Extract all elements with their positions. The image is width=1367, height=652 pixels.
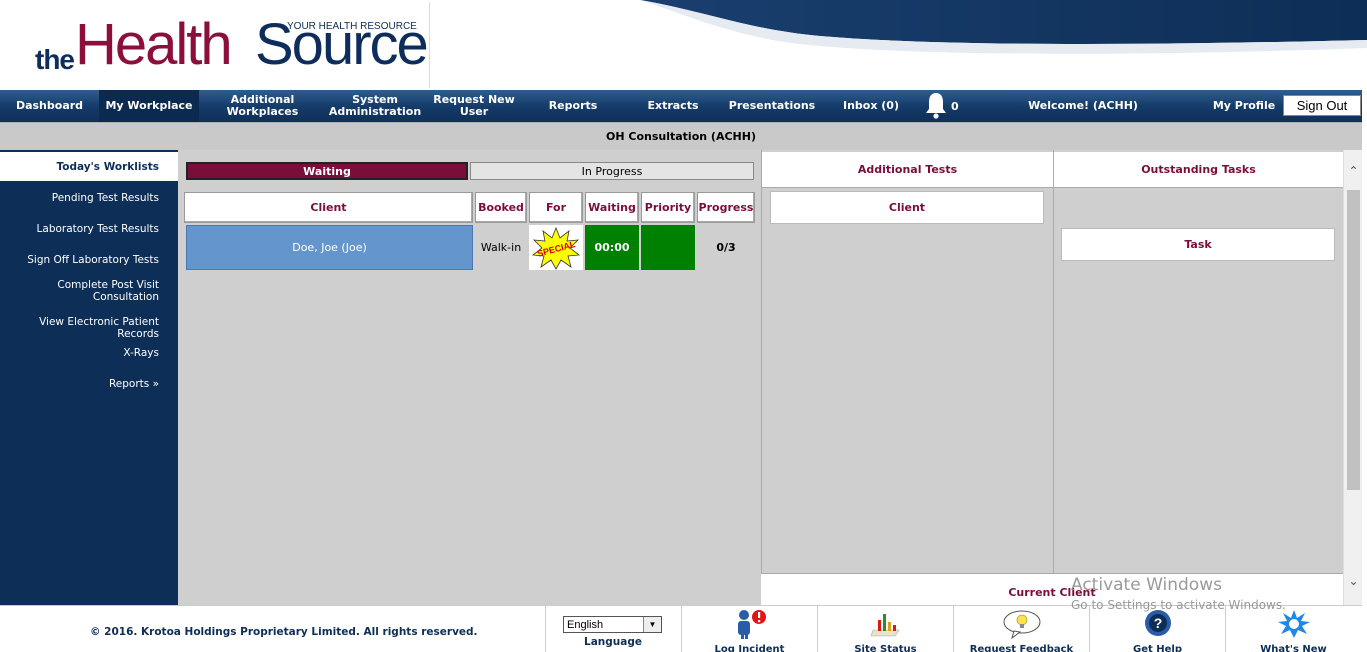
log-incident-label: Log Incident: [714, 644, 785, 652]
language-label: Language: [584, 636, 642, 648]
whats-new-label: What's New: [1260, 644, 1327, 652]
get-help-label: Get Help: [1133, 644, 1182, 652]
notification-count: 0: [951, 99, 959, 113]
tab-in-progress[interactable]: In Progress: [470, 162, 754, 180]
welcome-text: Welcome! (ACHH): [1028, 99, 1138, 112]
sign-out-button[interactable]: Sign Out: [1283, 95, 1361, 116]
row-priority: [641, 225, 695, 270]
nav-extracts[interactable]: Extracts: [638, 90, 708, 122]
top-nav: Dashboard My Workplace Additional Workpl…: [0, 90, 1362, 122]
svg-text:?: ?: [1153, 615, 1162, 631]
scroll-thumb[interactable]: [1347, 190, 1360, 490]
worklist-panel: Waiting In Progress Client Booked For Wa…: [178, 150, 761, 605]
sidebar-item-todays-worklists[interactable]: Today's Worklists: [0, 152, 178, 181]
footer: © 2016. Krotoa Holdings Proprietary Limi…: [0, 605, 1362, 652]
tab-waiting[interactable]: Waiting: [186, 162, 468, 180]
logo-health: Health: [75, 12, 233, 77]
outstanding-tasks-task-header[interactable]: Task: [1061, 228, 1335, 261]
scroll-up-icon[interactable]: ⌃: [1344, 162, 1363, 180]
nav-system-administration[interactable]: System Administration: [329, 90, 421, 122]
whats-new-button[interactable]: What's New: [1225, 606, 1361, 652]
row-progress: 0/3: [716, 241, 736, 254]
request-feedback-button[interactable]: Request Feedback: [953, 606, 1089, 652]
sidebar-item-sign-off-laboratory-tests[interactable]: Sign Off Laboratory Tests: [27, 254, 159, 266]
additional-tests-title: Additional Tests: [762, 152, 1053, 188]
log-incident-button[interactable]: Log Incident: [681, 606, 817, 652]
sidebar-item-reports[interactable]: Reports »: [109, 378, 159, 390]
page-title: OH Consultation (ACHH): [0, 122, 1362, 150]
scroll-down-icon[interactable]: ⌄: [1344, 572, 1363, 590]
additional-tests-client-header[interactable]: Client: [770, 191, 1044, 224]
request-feedback-icon: [1003, 610, 1040, 640]
sidebar-item-pending-test-results[interactable]: Pending Test Results: [52, 192, 159, 204]
column-header-for[interactable]: For: [529, 192, 583, 223]
bell-icon[interactable]: [922, 90, 950, 122]
get-help-icon: ?: [1144, 610, 1171, 636]
additional-tests-panel: Additional Tests Client: [761, 150, 1053, 573]
request-feedback-label: Request Feedback: [969, 644, 1074, 652]
scrollbar[interactable]: ⌃ ⌄: [1343, 150, 1362, 605]
current-client-heading: Current Client: [761, 573, 1343, 605]
sidebar-item-complete-post-visit-consultation[interactable]: Complete Post Visit Consultation: [39, 279, 159, 303]
logo-the: the: [35, 44, 75, 75]
header: the Health Source YOUR HEALTH RESOURCE: [0, 0, 1367, 90]
nav-reports[interactable]: Reports: [538, 90, 608, 122]
nav-inbox[interactable]: Inbox (0): [836, 90, 906, 122]
outstanding-tasks-title: Outstanding Tasks: [1054, 152, 1343, 188]
nav-presentations[interactable]: Presentations: [726, 90, 818, 122]
column-header-client[interactable]: Client: [184, 192, 473, 223]
nav-my-workplace[interactable]: My Workplace: [99, 90, 199, 122]
chevron-down-icon[interactable]: ▼: [643, 617, 661, 632]
column-header-waiting[interactable]: Waiting: [585, 192, 639, 223]
site-status-label: Site Status: [854, 644, 917, 652]
logo[interactable]: the Health Source YOUR HEALTH RESOURCE: [2, 2, 430, 88]
nav-my-profile[interactable]: My Profile: [1206, 90, 1282, 122]
row-waiting-time: 00:00: [585, 225, 639, 270]
row-booked: Walk-in: [480, 241, 522, 254]
site-status-button[interactable]: Site Status: [817, 606, 953, 652]
whats-new-icon: [1277, 610, 1310, 638]
special-badge-icon: SPECIAL: [531, 226, 581, 270]
column-header-priority[interactable]: Priority: [641, 192, 695, 223]
row-for: SPECIAL: [529, 225, 583, 270]
nav-additional-workplaces[interactable]: Additional Workplaces: [199, 90, 326, 122]
sidebar-item-laboratory-test-results[interactable]: Laboratory Test Results: [37, 223, 159, 235]
log-incident-icon: [737, 610, 766, 639]
nav-dashboard[interactable]: Dashboard: [0, 90, 99, 122]
language-value: English: [567, 618, 604, 631]
language-select[interactable]: English ▼: [563, 616, 662, 633]
sidebar-item-view-electronic-patient-records[interactable]: View Electronic Patient Records: [0, 316, 159, 340]
sidebar: Today's Worklists Pending Test Results L…: [0, 150, 178, 605]
copyright-text: © 2016. Krotoa Holdings Proprietary Limi…: [90, 626, 478, 638]
nav-request-new-user[interactable]: Request New User: [428, 90, 520, 122]
outstanding-tasks-panel: Outstanding Tasks Task: [1053, 150, 1343, 573]
column-header-booked[interactable]: Booked: [475, 192, 527, 223]
logo-tagline: YOUR HEALTH RESOURCE: [287, 21, 417, 32]
row-client[interactable]: Doe, Joe (Joe): [186, 225, 473, 270]
column-header-progress[interactable]: Progress: [697, 192, 755, 223]
site-status-icon: [870, 614, 900, 637]
sidebar-item-x-rays[interactable]: X-Rays: [123, 347, 159, 359]
get-help-button[interactable]: ? Get Help: [1089, 606, 1225, 652]
language-picker: English ▼ Language: [545, 606, 681, 652]
